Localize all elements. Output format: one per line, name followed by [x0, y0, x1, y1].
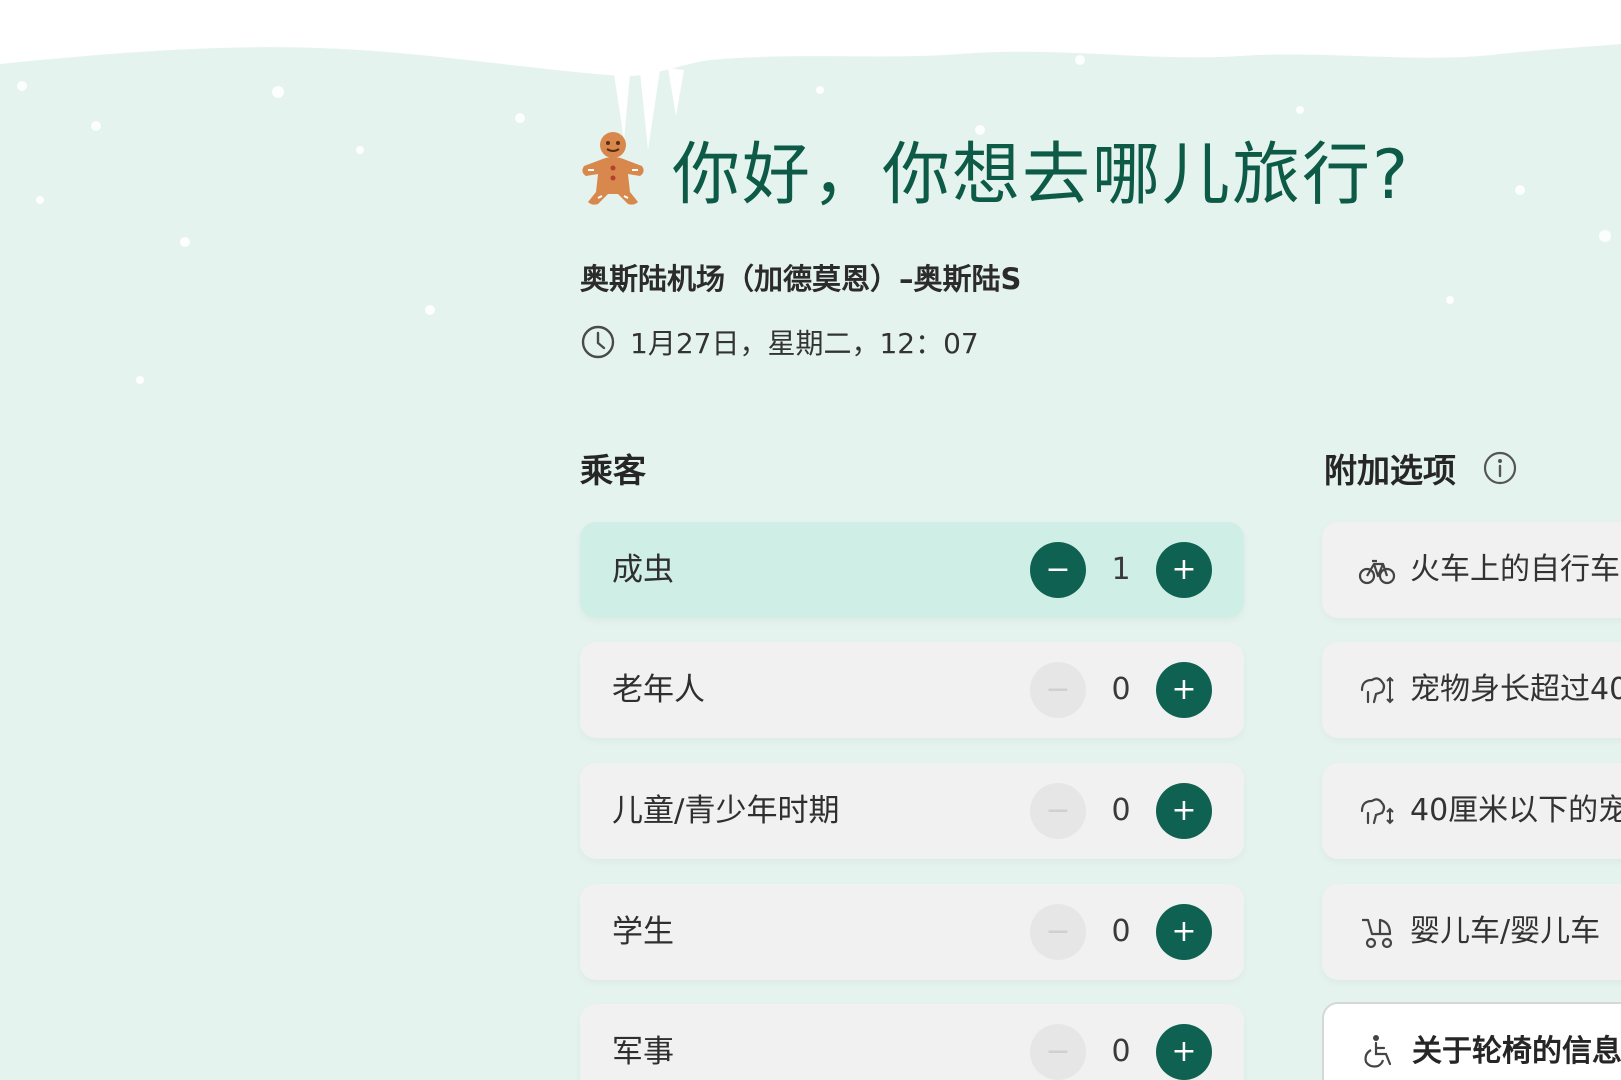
decrement-button[interactable]: −	[1030, 904, 1086, 960]
passenger-row-military: 军事 − 0 +	[580, 1004, 1244, 1080]
trip-datetime[interactable]: 1月27日，星期二，12：07	[580, 322, 979, 362]
option-pet-small[interactable]: 40厘米以下的宠	[1322, 763, 1621, 859]
increment-button[interactable]: +	[1156, 904, 1212, 960]
passenger-row-senior: 老年人 − 0 +	[580, 642, 1244, 738]
decrement-button[interactable]: −	[1030, 1024, 1086, 1080]
passenger-row-student: 学生 − 0 +	[580, 884, 1244, 980]
extras-heading-label: 附加选项	[1324, 451, 1456, 490]
passenger-label: 成虫	[612, 552, 674, 588]
option-pet-large[interactable]: 宠物身长超过40	[1322, 642, 1621, 738]
option-label: 宠物身长超过40	[1410, 672, 1621, 707]
datetime-label: 1月27日，星期二，12：07	[630, 327, 979, 360]
option-label: 关于轮椅的信息	[1412, 1034, 1621, 1069]
decrement-button[interactable]: −	[1030, 662, 1086, 718]
increment-button[interactable]: +	[1156, 662, 1212, 718]
passenger-row-adult: 成虫 − 1 +	[580, 522, 1244, 618]
option-stroller[interactable]: 婴儿车/婴儿车	[1322, 884, 1621, 980]
wheelchair-info-button[interactable]: 关于轮椅的信息	[1322, 1002, 1621, 1080]
passenger-count: 0	[1111, 1034, 1131, 1069]
passenger-label: 儿童/青少年时期	[612, 793, 840, 829]
passenger-count: 0	[1111, 672, 1131, 707]
option-label: 40厘米以下的宠	[1410, 793, 1621, 828]
decrement-button[interactable]: −	[1030, 542, 1086, 598]
passenger-label: 老年人	[612, 672, 705, 708]
passenger-count: 0	[1111, 914, 1131, 949]
gingerbread-man-icon	[582, 132, 644, 205]
bicycle-icon	[1358, 559, 1396, 585]
passenger-stepper: − 0 +	[1030, 1024, 1220, 1080]
clock-icon	[581, 325, 615, 359]
travel-planner-page: 你好，你想去哪儿旅行? 奥斯陆机场（加德莫恩）–奥斯陆S 1月27日，星期二，1…	[0, 0, 1621, 1080]
extras-heading: 附加选项	[1324, 444, 1518, 492]
pet-large-icon	[1360, 676, 1394, 704]
trip-route[interactable]: 奥斯陆机场（加德莫恩）–奥斯陆S	[580, 256, 1021, 298]
passenger-row-youth: 儿童/青少年时期 − 0 +	[580, 763, 1244, 859]
passenger-count: 1	[1111, 552, 1131, 587]
passenger-stepper: − 0 +	[1030, 904, 1220, 960]
increment-button[interactable]: +	[1156, 1024, 1212, 1080]
option-label: 火车上的自行车	[1410, 552, 1620, 587]
passenger-stepper: − 1 +	[1030, 542, 1220, 598]
page-title: 你好，你想去哪儿旅行?	[672, 135, 1411, 215]
pet-small-icon	[1360, 798, 1394, 825]
info-icon[interactable]	[1482, 450, 1518, 486]
passenger-stepper: − 0 +	[1030, 783, 1220, 839]
greeting-header: 你好，你想去哪儿旅行?	[580, 128, 1410, 215]
passenger-label: 军事	[612, 1034, 674, 1070]
passenger-count: 0	[1111, 793, 1131, 828]
option-label: 婴儿车/婴儿车	[1410, 914, 1601, 949]
passenger-stepper: − 0 +	[1030, 662, 1220, 718]
stroller-icon	[1362, 918, 1393, 949]
decrement-button[interactable]: −	[1030, 783, 1086, 839]
passengers-heading: 乘客	[580, 451, 646, 490]
wheelchair-icon	[1364, 1035, 1392, 1068]
passenger-label: 学生	[612, 914, 674, 950]
increment-button[interactable]: +	[1156, 783, 1212, 839]
increment-button[interactable]: +	[1156, 542, 1212, 598]
option-bicycle[interactable]: 火车上的自行车	[1322, 522, 1621, 618]
